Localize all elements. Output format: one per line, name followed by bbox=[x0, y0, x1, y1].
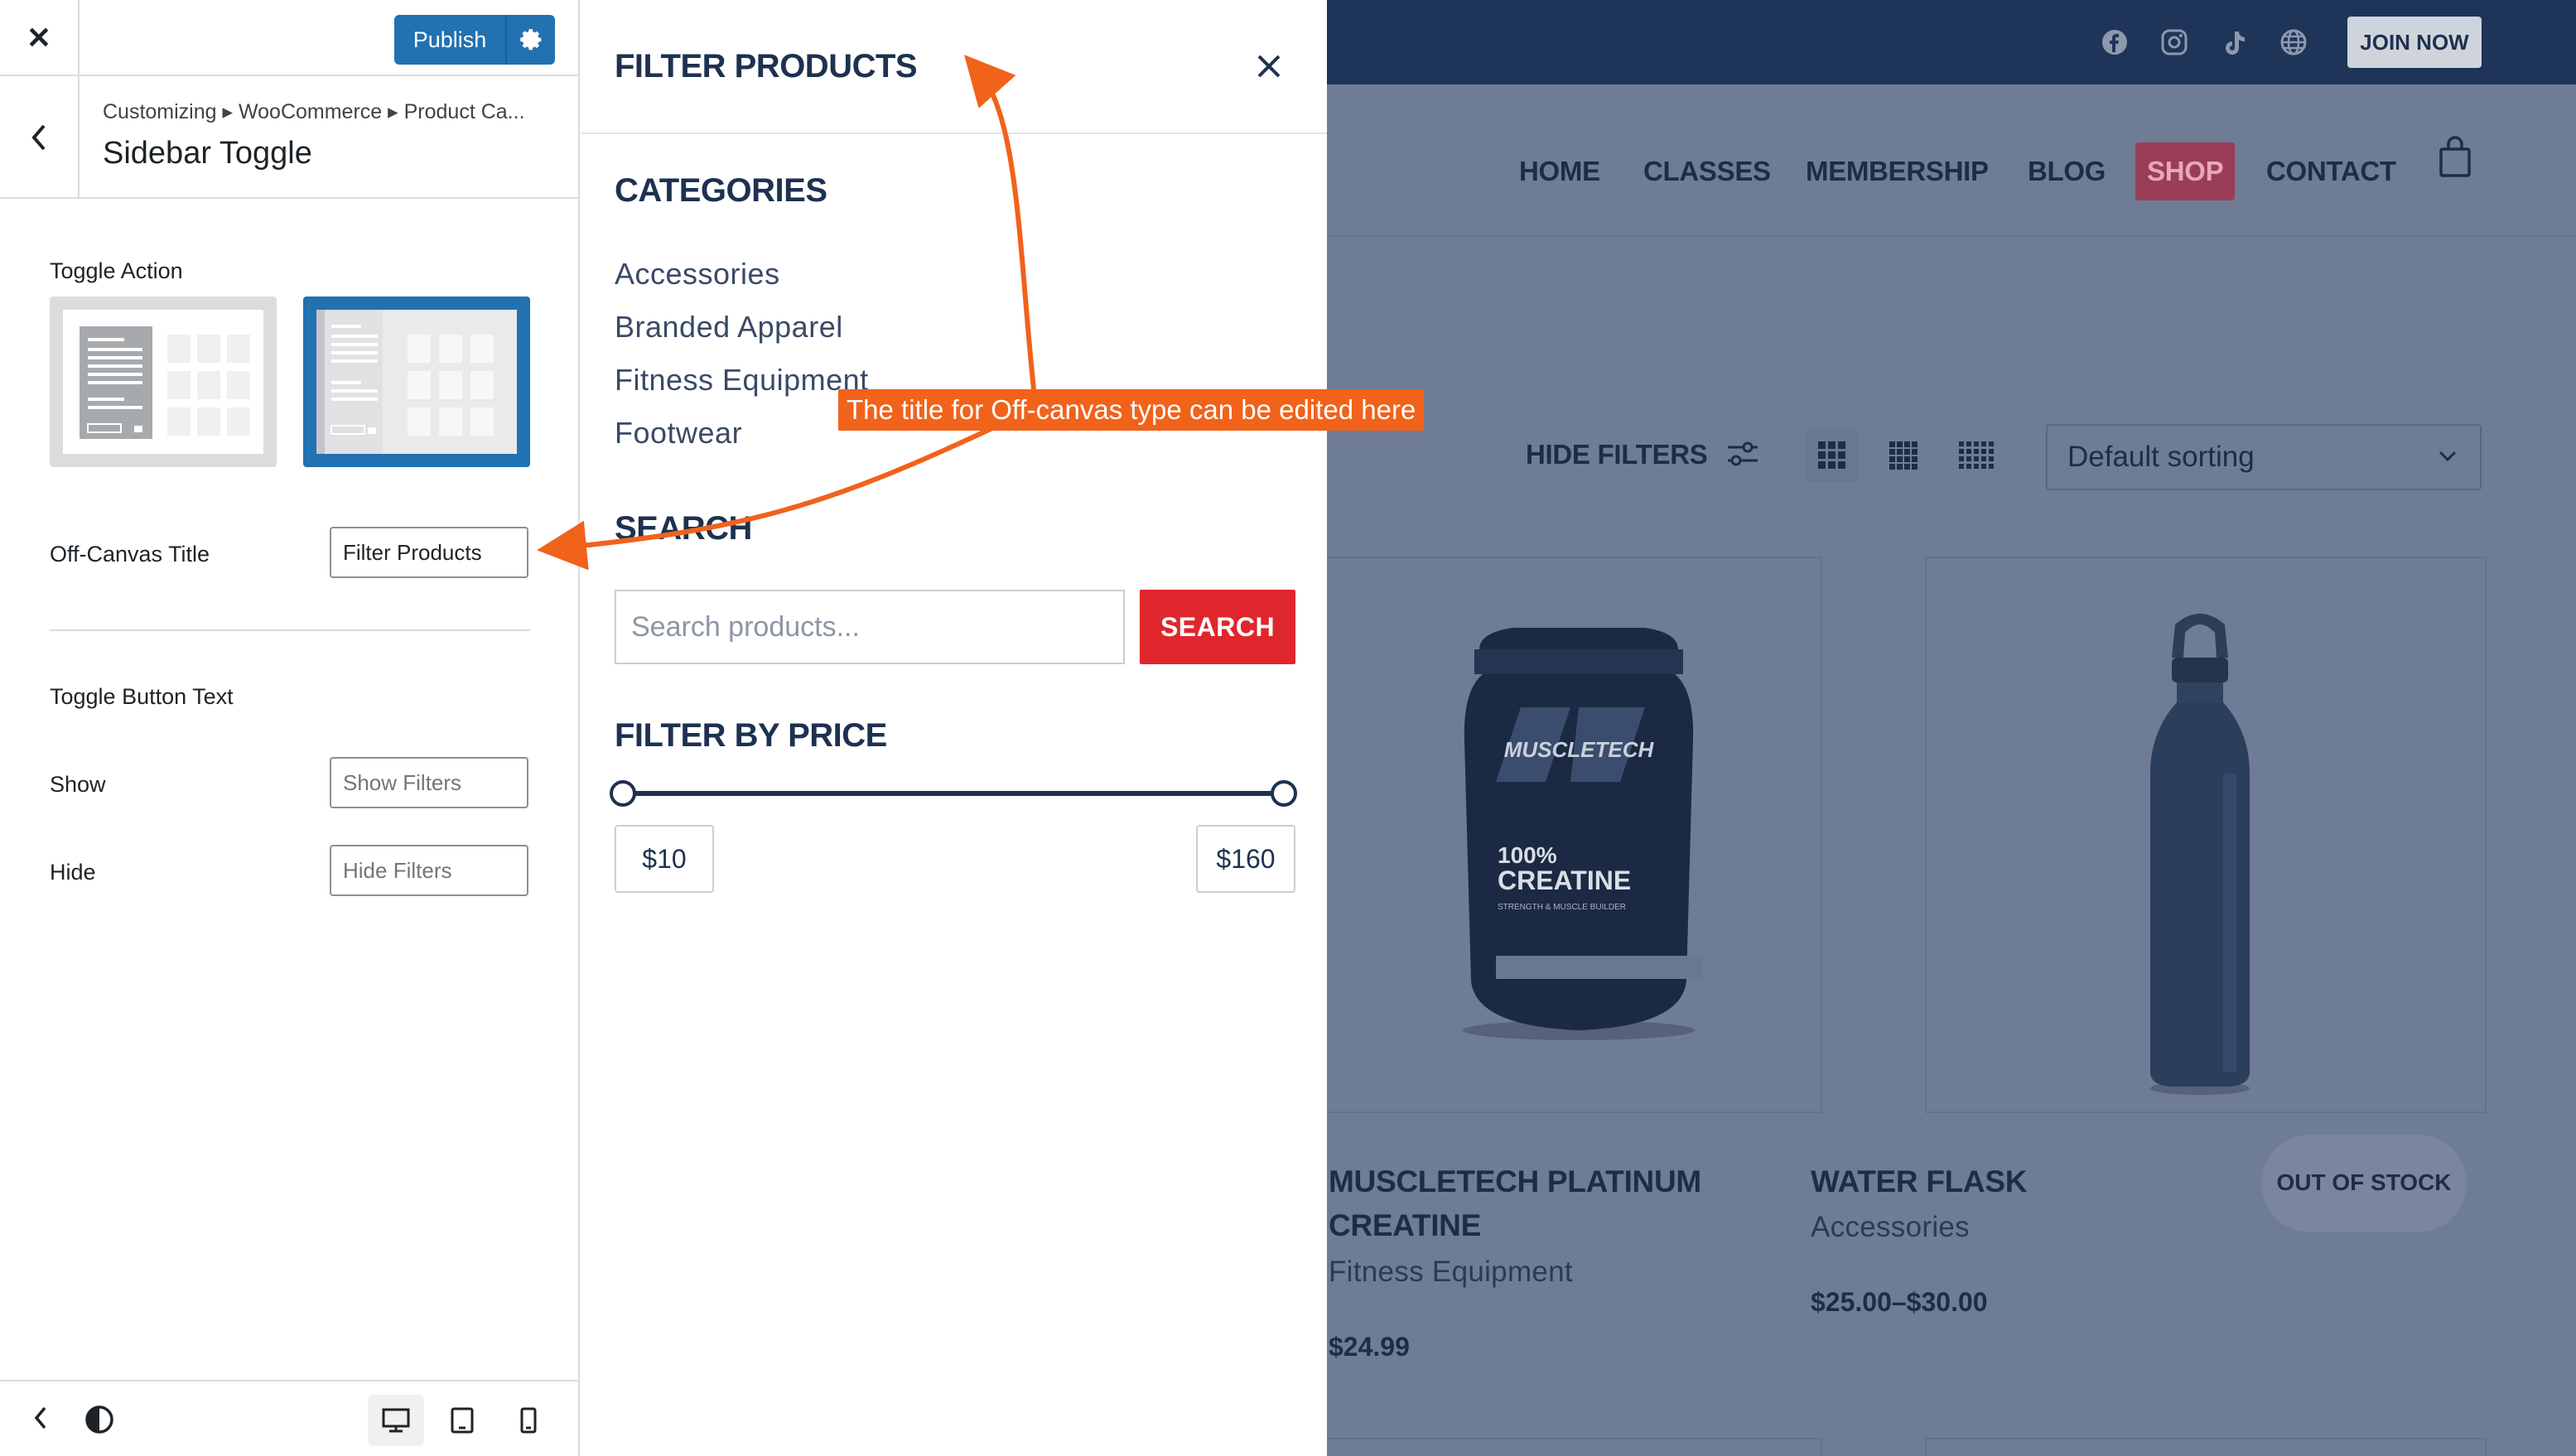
annotation-arrows bbox=[537, 55, 1036, 571]
annotation-callout: The title for Off-canvas type can be edi… bbox=[838, 389, 1425, 431]
